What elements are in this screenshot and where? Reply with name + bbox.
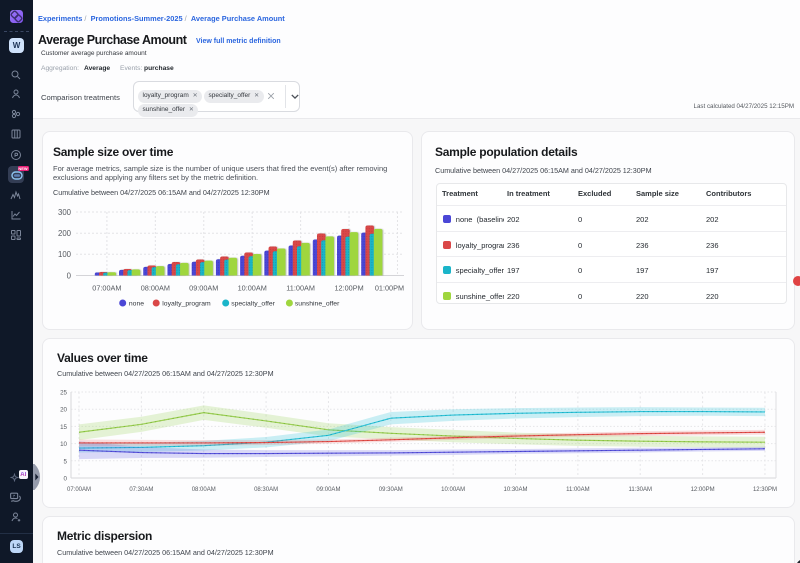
svg-text:10:00AM: 10:00AM — [441, 487, 465, 493]
svg-text:07:00AM: 07:00AM — [67, 487, 91, 493]
svg-text:25: 25 — [60, 390, 67, 397]
svg-text:12:00PM: 12:00PM — [691, 487, 715, 493]
svg-text:11:30AM: 11:30AM — [628, 487, 652, 493]
svg-text:08:00AM: 08:00AM — [192, 487, 216, 493]
svg-text:10: 10 — [60, 441, 67, 448]
svg-text:10:00AM: 10:00AM — [238, 284, 267, 293]
svg-text:09:30AM: 09:30AM — [379, 487, 403, 493]
svg-text:08:00AM: 08:00AM — [141, 284, 170, 293]
svg-text:07:00AM: 07:00AM — [92, 284, 121, 293]
svg-text:300: 300 — [58, 208, 72, 217]
svg-text:0: 0 — [64, 476, 68, 483]
svg-text:11:00AM: 11:00AM — [566, 487, 590, 493]
svg-text:100: 100 — [58, 250, 72, 259]
svg-text:09:00AM: 09:00AM — [316, 487, 340, 493]
svg-text:01:00PM: 01:00PM — [375, 284, 404, 293]
svg-text:15: 15 — [60, 424, 67, 431]
svg-text:20: 20 — [60, 407, 67, 414]
svg-text:specialty_offer: specialty_offer — [231, 301, 275, 308]
svg-text:12:00PM: 12:00PM — [334, 284, 363, 293]
svg-text:11:00AM: 11:00AM — [286, 284, 315, 293]
svg-text:200: 200 — [58, 229, 72, 238]
svg-text:07:30AM: 07:30AM — [129, 487, 153, 493]
svg-text:10:30AM: 10:30AM — [504, 487, 528, 493]
svg-text:0: 0 — [67, 271, 72, 280]
svg-text:none: none — [129, 301, 144, 308]
svg-text:09:00AM: 09:00AM — [189, 284, 218, 293]
svg-text:12:30PM: 12:30PM — [753, 487, 777, 493]
svg-text:5: 5 — [64, 458, 68, 465]
svg-text:sunshine_offer: sunshine_offer — [295, 301, 340, 308]
svg-text:08:30AM: 08:30AM — [254, 487, 278, 493]
svg-text:loyalty_program: loyalty_program — [162, 301, 211, 308]
